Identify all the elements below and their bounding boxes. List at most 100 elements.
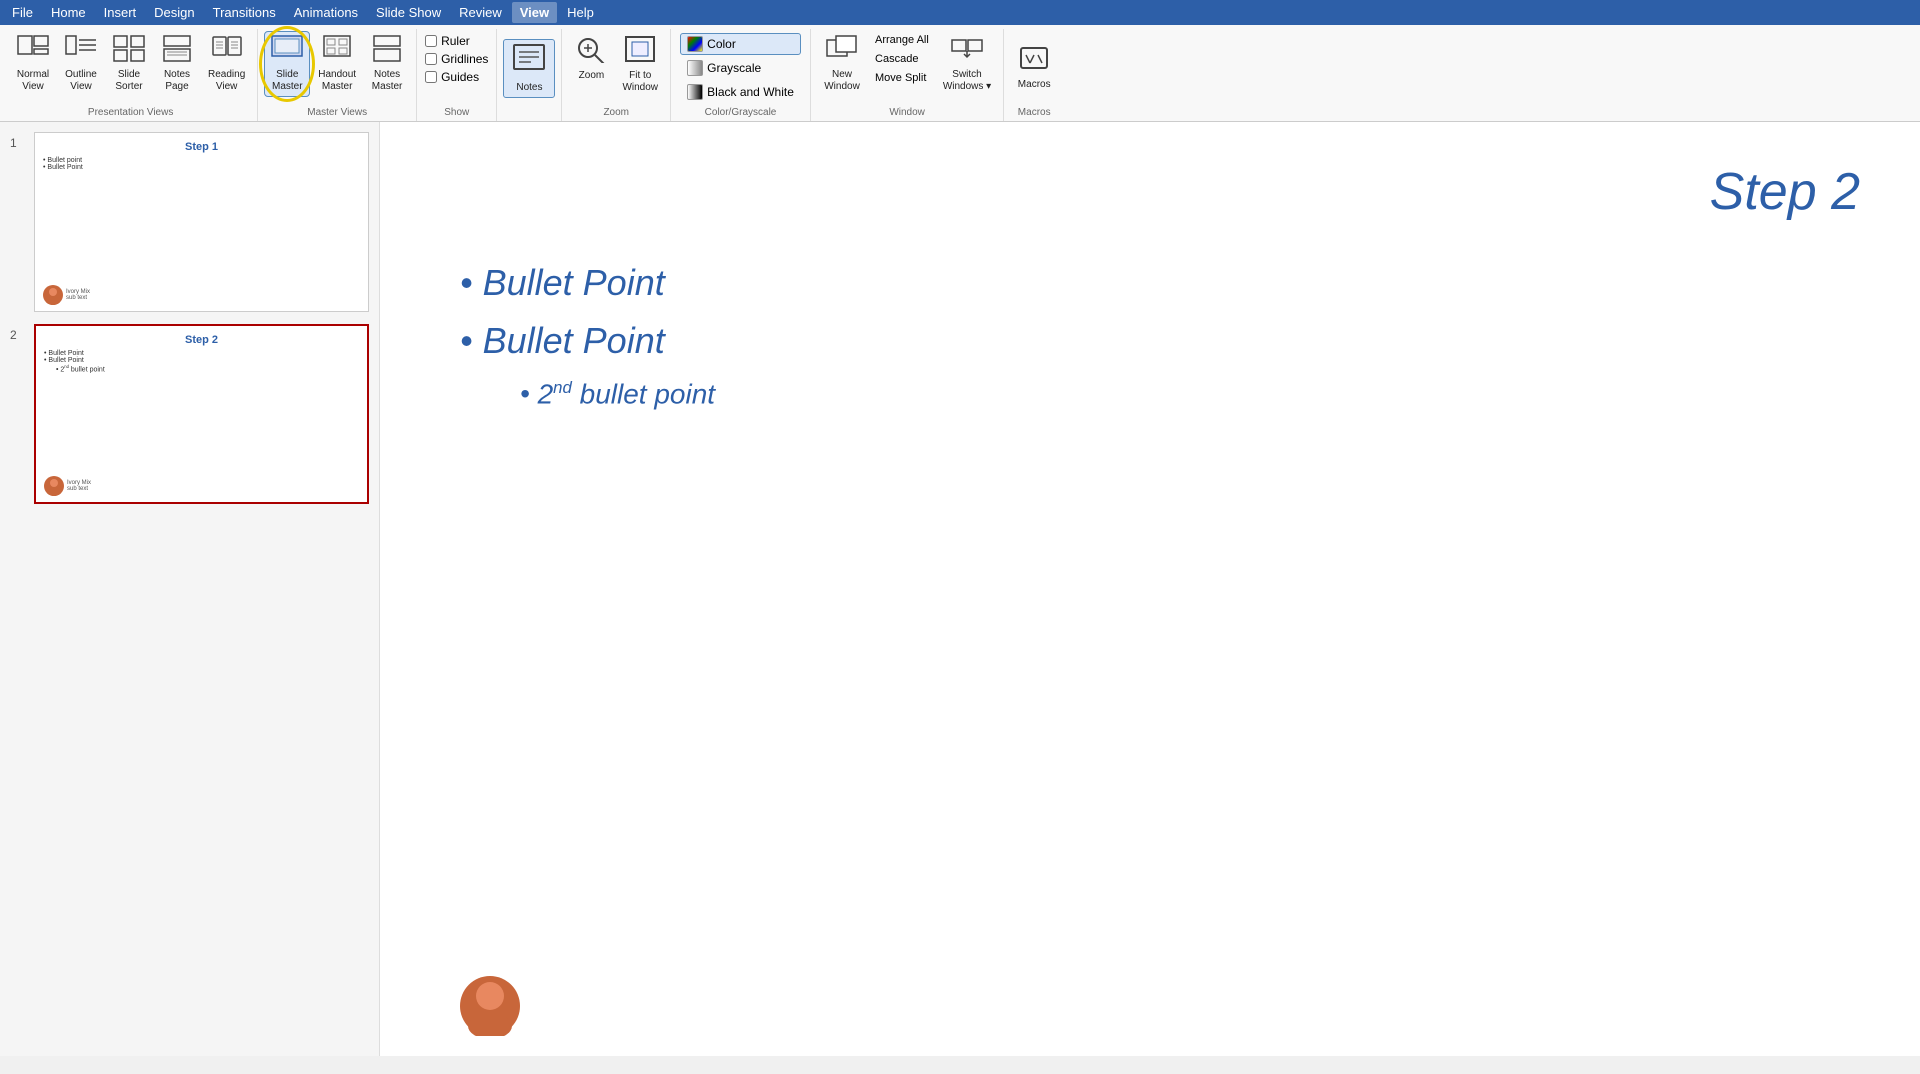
color-grayscale-label2: Color/Grayscale bbox=[705, 107, 777, 121]
main-bullet-1: Bullet Point bbox=[460, 262, 1840, 304]
color-label: Color bbox=[707, 37, 736, 51]
menu-help[interactable]: Help bbox=[559, 2, 602, 23]
black-white-swatch bbox=[687, 84, 703, 100]
outline-view-label: OutlineView bbox=[65, 69, 97, 93]
switch-windows-icon bbox=[951, 35, 983, 67]
sup-text: nd bbox=[553, 378, 572, 397]
notes-icon bbox=[511, 43, 547, 82]
slide-2-avatar bbox=[44, 476, 64, 496]
slide-sorter-icon bbox=[113, 35, 145, 67]
color-swatch bbox=[687, 36, 703, 52]
show-label: Show bbox=[444, 107, 469, 121]
window-group: NewWindow Arrange All Cascade Move Split bbox=[811, 29, 1004, 121]
notes-btn[interactable]: Notes bbox=[503, 39, 555, 98]
menu-bar: File Home Insert Design Transitions Anim… bbox=[0, 0, 1920, 25]
gridlines-checkbox[interactable] bbox=[425, 53, 437, 65]
new-window-btn[interactable]: NewWindow bbox=[817, 31, 867, 97]
notes-page-btn[interactable]: NotesPage bbox=[154, 31, 200, 97]
slide-master-btn[interactable]: SlideMaster bbox=[264, 31, 310, 97]
menu-file[interactable]: File bbox=[4, 2, 41, 23]
move-split-btn[interactable]: Move Split bbox=[869, 69, 935, 87]
outline-view-btn[interactable]: OutlineView bbox=[58, 31, 104, 97]
normal-view-label: NormalView bbox=[17, 69, 49, 93]
master-views-group: SlideMaster HandoutMaster NotesMaster Ma… bbox=[258, 29, 417, 121]
switch-windows-btn[interactable]: SwitchWindows ▾ bbox=[937, 31, 997, 97]
normal-view-btn[interactable]: NormalView bbox=[10, 31, 56, 97]
menu-review[interactable]: Review bbox=[451, 2, 510, 23]
zoom-group: Zoom Fit toWindow Zoom Zoom bbox=[562, 29, 671, 121]
zoom-label2: Zoom bbox=[603, 107, 629, 121]
notes-master-label: NotesMaster bbox=[372, 69, 403, 93]
slide-item-1[interactable]: 1 Step 1 • Bullet point • Bullet Point I… bbox=[10, 132, 369, 312]
slide-2-avatar-name: Ivory Mixsub text bbox=[67, 480, 91, 492]
window-buttons: NewWindow Arrange All Cascade Move Split bbox=[817, 29, 997, 105]
color-grayscale-group: Color Grayscale Black and White Color/Gr… bbox=[671, 29, 811, 121]
main-bullet-2-sub: 2nd bullet point bbox=[520, 378, 1840, 410]
ruler-checkbox-item[interactable]: Ruler bbox=[423, 33, 490, 49]
menu-insert[interactable]: Insert bbox=[96, 2, 145, 23]
handout-master-label: HandoutMaster bbox=[318, 69, 356, 93]
notes-master-btn[interactable]: NotesMaster bbox=[364, 31, 410, 97]
reading-view-btn[interactable]: ReadingView bbox=[202, 31, 251, 97]
move-split-label: Move Split bbox=[875, 72, 926, 84]
slide-2-bullets: • Bullet Point • Bullet Point • 2nd bull… bbox=[36, 348, 367, 375]
grayscale-btn[interactable]: Grayscale bbox=[680, 57, 801, 79]
menu-animations[interactable]: Animations bbox=[286, 2, 366, 23]
outline-view-icon bbox=[65, 35, 97, 67]
notes-label: Notes bbox=[516, 82, 542, 94]
slide-sorter-label: SlideSorter bbox=[115, 69, 142, 93]
notes-page-icon bbox=[161, 35, 193, 67]
slide-thumb-2[interactable]: Step 2 • Bullet Point • Bullet Point • 2… bbox=[34, 324, 369, 504]
sub-text: bullet point bbox=[580, 378, 715, 409]
macros-btn[interactable]: Macros bbox=[1011, 41, 1057, 95]
fit-to-window-btn[interactable]: Fit toWindow bbox=[616, 31, 664, 98]
ribbon: NormalView OutlineView SlideSorter bbox=[0, 25, 1920, 122]
gridlines-checkbox-item[interactable]: Gridlines bbox=[423, 51, 490, 67]
cascade-btn[interactable]: Cascade bbox=[869, 50, 935, 68]
handout-master-btn[interactable]: HandoutMaster bbox=[312, 31, 362, 97]
slide-sorter-btn[interactable]: SlideSorter bbox=[106, 31, 152, 97]
ruler-checkbox[interactable] bbox=[425, 35, 437, 47]
slide-2-title: Step 2 bbox=[36, 326, 367, 348]
slide-number-1: 1 bbox=[10, 132, 26, 150]
window-label: Window bbox=[889, 107, 925, 121]
black-white-label: Black and White bbox=[707, 85, 794, 99]
new-window-icon bbox=[826, 35, 858, 67]
arrange-all-label: Arrange All bbox=[875, 34, 929, 46]
new-window-label: NewWindow bbox=[824, 69, 860, 93]
menu-home[interactable]: Home bbox=[43, 2, 94, 23]
slide-master-icon bbox=[271, 35, 303, 67]
arrange-all-btn[interactable]: Arrange All bbox=[869, 31, 935, 49]
guides-checkbox[interactable] bbox=[425, 71, 437, 83]
gridlines-label: Gridlines bbox=[441, 52, 488, 66]
handout-master-icon bbox=[321, 35, 353, 67]
menu-design[interactable]: Design bbox=[146, 2, 202, 23]
color-btn[interactable]: Color bbox=[680, 33, 801, 55]
reading-view-label: ReadingView bbox=[208, 69, 245, 93]
switch-windows-label: SwitchWindows ▾ bbox=[943, 69, 991, 93]
slide-1-avatar bbox=[43, 285, 63, 305]
guides-checkbox-item[interactable]: Guides bbox=[423, 69, 490, 85]
macros-label: Macros bbox=[1018, 79, 1051, 91]
menu-transitions[interactable]: Transitions bbox=[205, 2, 284, 23]
presentation-views-label: Presentation Views bbox=[88, 107, 173, 121]
zoom-btn[interactable]: Zoom bbox=[568, 31, 614, 86]
macros-group: Macros Macros bbox=[1004, 29, 1064, 121]
slide-canvas[interactable]: Step 2 Bullet Point Bullet Point 2nd bul… bbox=[380, 122, 1920, 1056]
cascade-label: Cascade bbox=[875, 53, 918, 65]
fit-to-window-label: Fit toWindow bbox=[622, 70, 658, 94]
guides-label: Guides bbox=[441, 70, 479, 84]
main-bullet-2: Bullet Point bbox=[460, 320, 1840, 362]
main-slide-avatar bbox=[460, 976, 520, 1036]
black-white-btn[interactable]: Black and White bbox=[680, 81, 801, 103]
menu-slideshow[interactable]: Slide Show bbox=[368, 2, 449, 23]
main-slide-bullets: Bullet Point Bullet Point 2nd bullet poi… bbox=[460, 262, 1840, 422]
reading-view-icon bbox=[211, 35, 243, 67]
slide-thumb-1[interactable]: Step 1 • Bullet point • Bullet Point Ivo… bbox=[34, 132, 369, 312]
slide-item-2[interactable]: 2 Step 2 • Bullet Point • Bullet Point •… bbox=[10, 324, 369, 504]
slide-1-bullets: • Bullet point • Bullet Point bbox=[35, 155, 368, 173]
main-slide-title: Step 2 bbox=[1710, 162, 1860, 222]
show-group: Ruler Gridlines Guides Show Show bbox=[417, 29, 497, 121]
menu-view[interactable]: View bbox=[512, 2, 557, 23]
presentation-views-buttons: NormalView OutlineView SlideSorter bbox=[10, 29, 251, 107]
